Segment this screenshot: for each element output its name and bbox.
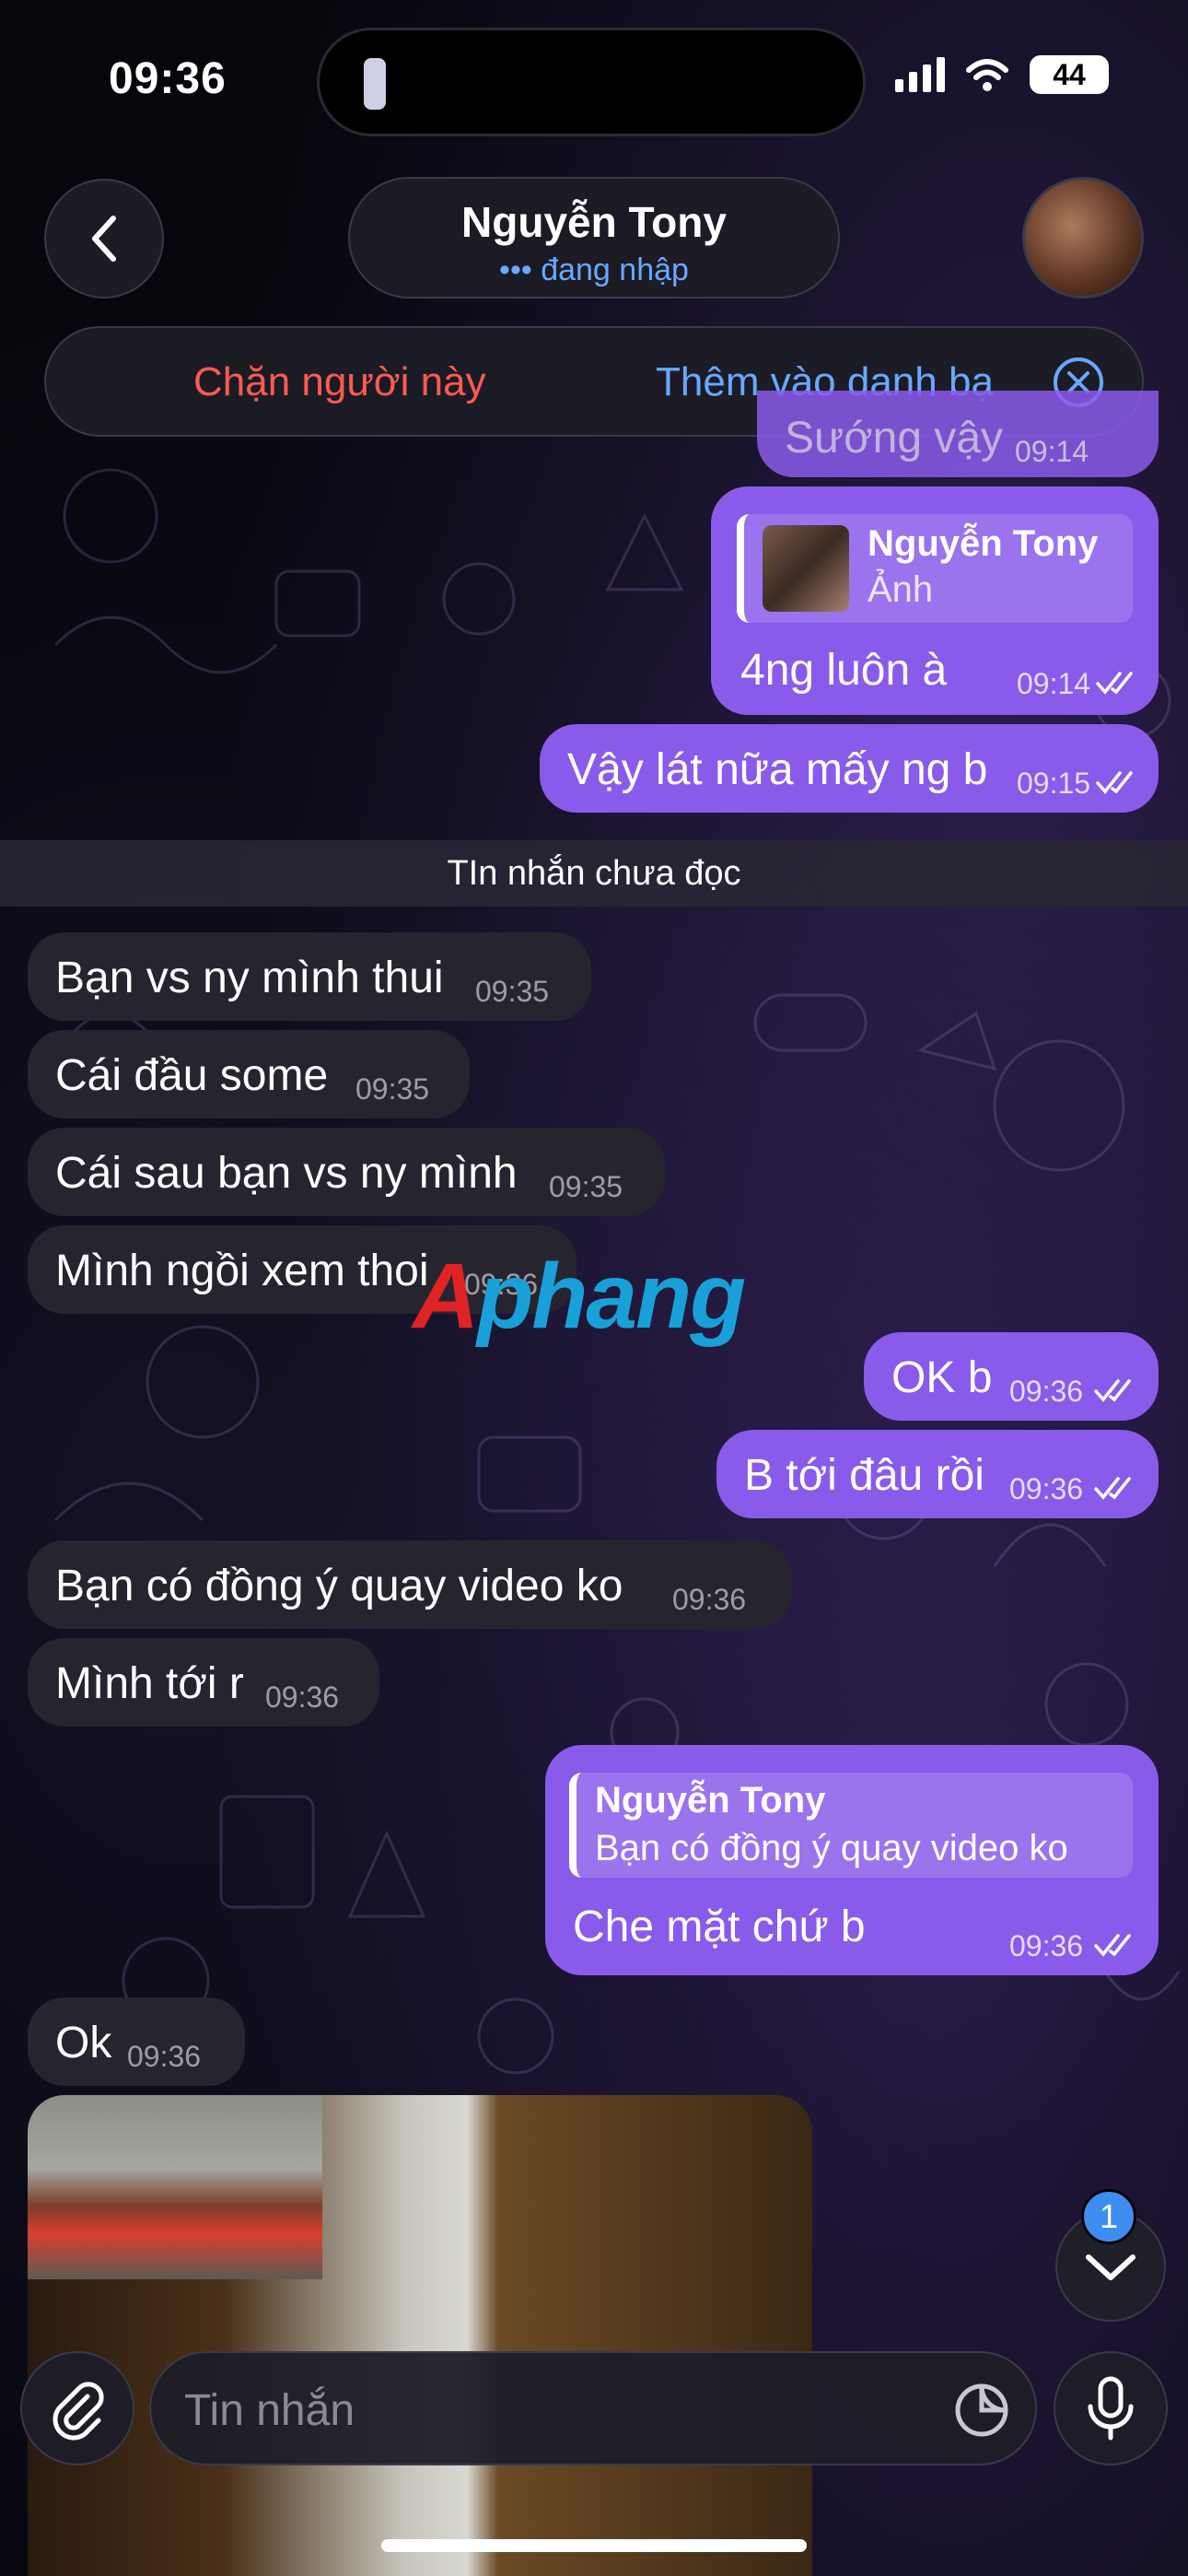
message-incoming[interactable]: Mình tới r 09:36 bbox=[28, 1638, 379, 1727]
message-outgoing[interactable]: Nguyễn Tony Ảnh 4ng luôn à 09:14 bbox=[711, 486, 1159, 715]
message-outgoing[interactable]: Nguyễn Tony Bạn có đồng ý quay video ko … bbox=[545, 1745, 1159, 1975]
flashlight-icon bbox=[364, 58, 386, 110]
message-incoming[interactable]: Cái sau bạn vs ny mình 09:35 bbox=[28, 1128, 665, 1216]
dynamic-island bbox=[317, 28, 866, 136]
message-outgoing[interactable]: B tới đâu rồi 09:36 bbox=[716, 1430, 1159, 1518]
watermark: Aphang bbox=[413, 1245, 746, 1348]
battery-indicator: 44 bbox=[1030, 55, 1109, 94]
video-thumbnail bbox=[28, 2095, 322, 2279]
paperclip-icon bbox=[52, 2382, 104, 2441]
unread-divider: TIn nhắn chưa đọc bbox=[0, 840, 1188, 907]
typing-status: ••• đang nhập bbox=[499, 252, 689, 287]
contact-name: Nguyễn Tony bbox=[461, 198, 727, 246]
chevron-down-icon bbox=[1086, 2254, 1136, 2280]
message-incoming[interactable]: Bạn có đồng ý quay video ko 09:36 bbox=[28, 1540, 792, 1629]
message-input-container bbox=[149, 2351, 1037, 2465]
back-button[interactable] bbox=[44, 179, 164, 299]
message-outgoing[interactable]: Vậy lát nữa mấy ng b 09:15 bbox=[540, 724, 1159, 813]
attach-button[interactable] bbox=[20, 2351, 134, 2465]
microphone-button[interactable] bbox=[1054, 2351, 1168, 2465]
read-checks-icon bbox=[1094, 1934, 1131, 1957]
signal-icon bbox=[895, 57, 945, 92]
sticker-icon[interactable] bbox=[952, 2381, 1011, 2440]
video-message[interactable] bbox=[28, 2095, 812, 2576]
read-checks-icon bbox=[1096, 771, 1133, 794]
reply-thumbnail bbox=[763, 525, 849, 612]
chevron-left-icon bbox=[92, 216, 116, 262]
message-outgoing[interactable]: Sướng vậy 09:14 bbox=[757, 391, 1159, 477]
message-incoming[interactable]: Bạn vs ny mình thui 09:35 bbox=[28, 932, 591, 1021]
reply-preview[interactable]: Nguyễn Tony Bạn có đồng ý quay video ko bbox=[569, 1773, 1133, 1878]
status-indicators: 44 bbox=[895, 55, 1109, 94]
wifi-icon bbox=[966, 59, 1008, 91]
microphone-icon bbox=[1088, 2376, 1134, 2441]
chat-title[interactable]: Nguyễn Tony ••• đang nhập bbox=[348, 177, 840, 299]
avatar[interactable] bbox=[1022, 177, 1144, 299]
message-outgoing[interactable]: OK b 09:36 bbox=[864, 1332, 1159, 1421]
message-input[interactable] bbox=[184, 2381, 903, 2440]
message-incoming[interactable]: Cái đầu some 09:35 bbox=[28, 1030, 470, 1118]
status-time: 09:36 bbox=[109, 54, 227, 103]
unread-count-badge: 1 bbox=[1081, 2189, 1136, 2244]
message-incoming[interactable]: Ok 09:36 bbox=[28, 1997, 245, 2086]
read-checks-icon bbox=[1096, 672, 1133, 695]
read-checks-icon bbox=[1094, 1477, 1131, 1500]
home-indicator bbox=[381, 2539, 807, 2552]
reply-preview[interactable]: Nguyễn Tony Ảnh bbox=[737, 514, 1133, 623]
block-user-button[interactable]: Chặn người này bbox=[193, 359, 486, 405]
read-checks-icon bbox=[1094, 1379, 1131, 1402]
